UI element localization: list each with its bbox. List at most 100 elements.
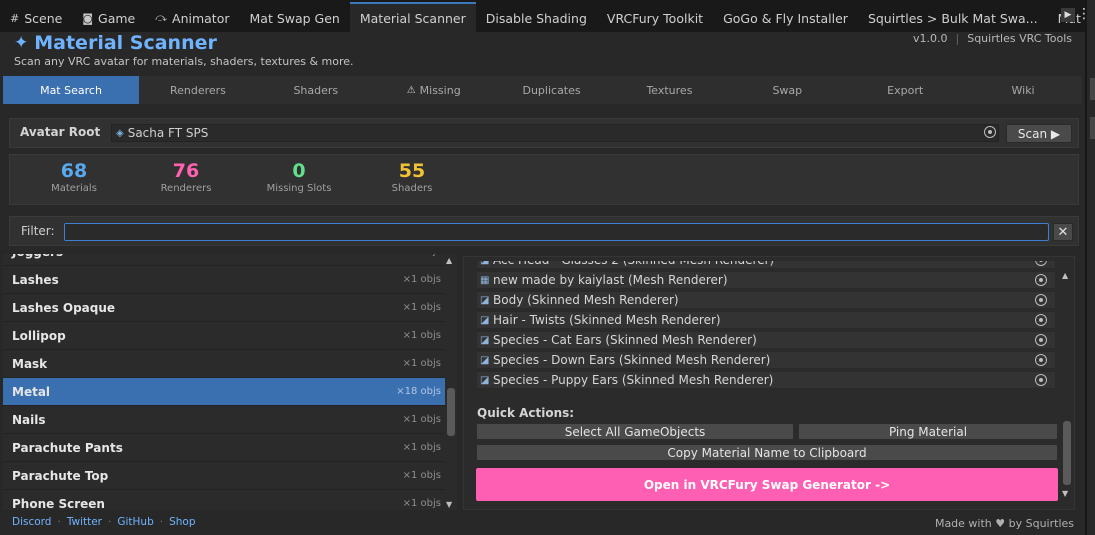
editor-tab-5[interactable]: Disable Shading	[476, 4, 597, 32]
nav-tab-label: Wiki	[1011, 83, 1035, 97]
tab-export[interactable]: Export	[846, 76, 964, 104]
tab-missing[interactable]: ⚠ Missing	[375, 76, 493, 104]
material-name: Lollipop	[12, 328, 66, 343]
material-list-item[interactable]: Parachute Pants ×1 objs	[3, 434, 445, 462]
footer-link-shop[interactable]: Shop	[169, 516, 195, 528]
scan-button[interactable]: Scan ▶	[1006, 124, 1072, 143]
sparkle-icon: ✦	[14, 33, 29, 53]
material-list-item[interactable]: Mask ×1 objs	[3, 350, 445, 378]
editor-tab-3[interactable]: Mat Swap Gen	[240, 4, 350, 32]
editor-tab-2[interactable]: ⤼ Animator	[145, 4, 239, 32]
link-separator: ·	[159, 516, 164, 528]
ping-target-icon[interactable]	[1035, 354, 1047, 366]
renderer-row[interactable]: ▦ new made by kaiylast (Mesh Renderer)	[476, 271, 1056, 289]
renderer-row[interactable]: ◪ Hair - Twists (Skinned Mesh Renderer)	[476, 311, 1056, 329]
renderer-row[interactable]: ◪Acc Head - Glasses 2 (Skinned Mesh Rend…	[476, 261, 1056, 269]
material-list-item[interactable]: Metal ×18 objs	[3, 378, 445, 406]
tab-wiki[interactable]: Wiki	[964, 76, 1082, 104]
author-label: Squirtles VRC Tools	[967, 32, 1072, 45]
material-object-count: ×1 objs	[402, 274, 441, 285]
material-object-count: ×1 objs	[403, 254, 441, 257]
avatar-root-field[interactable]: ◈ Sacha FT SPS	[111, 124, 999, 142]
editor-tab-0[interactable]: # Scene	[0, 4, 72, 32]
footer-link-twitter[interactable]: Twitter	[67, 516, 102, 528]
tab-scroll-right-icon[interactable]: ▶	[1061, 8, 1075, 22]
avatar-root-value: Sacha FT SPS	[127, 126, 209, 140]
ping-material-button[interactable]: Ping Material	[798, 423, 1058, 440]
renderer-list: ◪Acc Head - Glasses 2 (Skinned Mesh Rend…	[476, 261, 1056, 395]
material-list-item[interactable]: Lollipop ×1 objs	[3, 322, 445, 350]
material-list-item[interactable]: Joggers ×1 objs	[3, 254, 445, 266]
ping-target-icon[interactable]	[1035, 314, 1047, 326]
select-all-gameobjects-button[interactable]: Select All GameObjects	[476, 423, 794, 440]
tab-renderers[interactable]: Renderers	[139, 76, 257, 104]
material-list-item[interactable]: Phone Screen ×1 objs	[3, 490, 445, 511]
editor-tab-7[interactable]: GoGo & Fly Installer	[713, 4, 858, 32]
footer-link-github[interactable]: GitHub	[117, 516, 153, 528]
material-list-scrollbar[interactable]: ▲ ▼	[445, 254, 457, 510]
material-list-item[interactable]: Lashes ×1 objs	[3, 266, 445, 294]
material-list: Joggers×1 objsLashes×1 objsLashes Opaque…	[3, 254, 445, 510]
inspector-panel-cutoff	[1085, 0, 1095, 535]
editor-tab-6[interactable]: VRCFury Toolkit	[597, 4, 713, 32]
avatar-root-row: Avatar Root ◈ Sacha FT SPS Scan ▶	[9, 118, 1079, 148]
editor-tab-label: Scene	[24, 10, 63, 26]
tab-textures[interactable]: Textures	[611, 76, 729, 104]
ping-target-icon[interactable]	[1035, 294, 1047, 306]
material-name: Phone Screen	[12, 496, 105, 511]
clear-filter-button[interactable]: ✕	[1053, 223, 1073, 241]
object-picker-icon[interactable]	[984, 126, 996, 138]
copy-material-name-button[interactable]: Copy Material Name to Clipboard	[476, 444, 1058, 461]
material-detail-panel: ◪Acc Head - Glasses 2 (Skinned Mesh Rend…	[463, 256, 1075, 510]
skinned-mesh-renderer-icon: ◪	[480, 334, 490, 346]
editor-tab-label: Material Scanner	[359, 10, 466, 26]
material-name: Nails	[12, 412, 46, 427]
stat-value: 55	[398, 160, 426, 182]
renderer-row[interactable]: ◪ Species - Cat Ears (Skinned Mesh Render…	[476, 331, 1056, 349]
material-list-item[interactable]: Nails ×1 objs	[3, 406, 445, 434]
renderer-row[interactable]: ◪ Body (Skinned Mesh Renderer)	[476, 291, 1056, 309]
nav-tab-label: Renderers	[169, 83, 226, 97]
ping-target-icon[interactable]	[1035, 261, 1047, 266]
scroll-up-icon[interactable]: ▲	[1062, 271, 1068, 280]
stat-materials: 68 Materials	[24, 160, 124, 194]
tab-swap[interactable]: Swap	[728, 76, 846, 104]
ping-target-icon[interactable]	[1035, 374, 1047, 386]
ping-target-icon[interactable]	[1035, 274, 1047, 286]
scroll-up-icon[interactable]: ▲	[446, 256, 452, 265]
nav-tab-label: Duplicates	[522, 83, 581, 97]
scroll-down-icon[interactable]: ▼	[446, 500, 452, 509]
ping-target-icon[interactable]	[1035, 334, 1047, 346]
renderer-label: Body (Skinned Mesh Renderer)	[493, 293, 679, 307]
footer-link-discord[interactable]: Discord	[12, 516, 51, 528]
skinned-mesh-renderer-icon: ◪	[480, 354, 490, 366]
scrollbar-thumb[interactable]	[447, 388, 455, 436]
editor-tab-1[interactable]: ◙ Game	[72, 4, 145, 32]
editor-tab-label: VRCFury Toolkit	[606, 10, 704, 26]
stat-value: 0	[292, 160, 306, 182]
stat-renderers: 76 Renderers	[136, 160, 236, 194]
scroll-down-icon[interactable]: ▼	[1062, 489, 1068, 498]
renderer-row[interactable]: ◪ Species - Down Ears (Skinned Mesh Rende…	[476, 351, 1056, 369]
editor-tab-8[interactable]: Squirtles > Bulk Mat Swa...	[858, 4, 1048, 32]
title-text: Material Scanner	[34, 32, 217, 54]
renderer-row[interactable]: ◪ Species - Puppy Ears (Skinned Mesh Rend…	[476, 371, 1056, 389]
material-object-count: ×18 objs	[396, 386, 441, 397]
tab-duplicates[interactable]: Duplicates	[493, 76, 611, 104]
nav-tab-label: Swap	[772, 83, 803, 97]
editor-tab-4[interactable]: Material Scanner	[349, 2, 476, 32]
stat-label: Shaders	[391, 183, 433, 194]
scrollbar-thumb[interactable]	[1063, 421, 1071, 485]
nav-tab-label: Shaders	[293, 83, 339, 97]
tab-mat-search[interactable]: Mat Search	[3, 76, 139, 104]
filter-input[interactable]	[64, 223, 1049, 241]
editor-tab-label: Mat Swap Gen	[249, 10, 340, 26]
detail-scrollbar[interactable]: ▲ ▼	[1061, 261, 1073, 501]
nav-tab-label: Missing	[419, 83, 461, 97]
editor-tab-label: GoGo & Fly Installer	[723, 10, 848, 26]
material-list-item[interactable]: Lashes Opaque ×1 objs	[3, 294, 445, 322]
open-swap-generator-button[interactable]: Open in VRCFury Swap Generator ->	[476, 468, 1058, 501]
tab-shaders[interactable]: Shaders	[257, 76, 375, 104]
nav-tab-label: Mat Search	[40, 83, 102, 97]
material-list-item[interactable]: Parachute Top ×1 objs	[3, 462, 445, 490]
